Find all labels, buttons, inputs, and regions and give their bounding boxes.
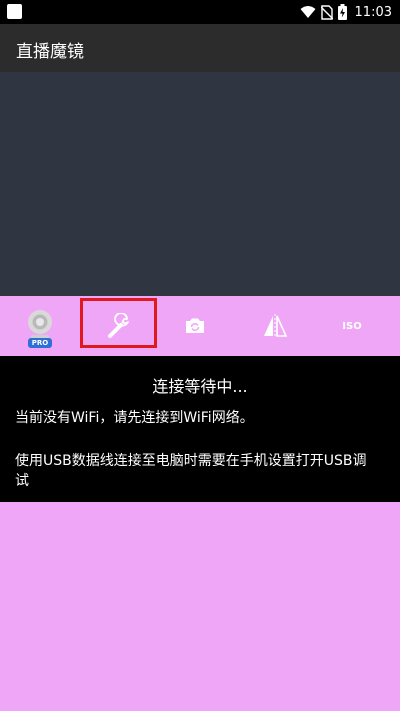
- wifi-warning-text: 当前没有WiFi，请先连接到WiFi网络。: [15, 410, 254, 426]
- toolbar: ISO: [0, 296, 400, 356]
- camera-switch-button[interactable]: [155, 296, 235, 356]
- pro-badge: PRO: [28, 338, 52, 348]
- camera-preview[interactable]: [0, 72, 400, 296]
- status-icons: 11:03: [300, 3, 392, 21]
- notification-icon: [7, 4, 22, 19]
- bottom-area: [0, 502, 400, 711]
- connection-message-panel: 连接等待中... 当前没有WiFi，请先连接到WiFi网络。 使用USB数据线连…: [0, 356, 400, 502]
- no-sim-icon: [320, 4, 333, 20]
- mirror-flip-button[interactable]: [235, 296, 315, 356]
- camera-switch-icon: [186, 318, 204, 333]
- usb-debug-instruction-text: 使用USB数据线连接至电脑时需要在手机设置打开USB调试: [15, 453, 367, 489]
- wifi-icon: [300, 6, 316, 18]
- iso-button[interactable]: ISO: [312, 296, 392, 356]
- app-bar: 直播魔镜: [0, 24, 400, 72]
- connection-status-title: 连接等待中...: [152, 377, 248, 396]
- mirror-flip-icon: [264, 314, 288, 338]
- status-time: 11:03: [354, 4, 392, 20]
- status-bar: 11:03: [0, 0, 400, 24]
- app-title: 直播魔镜: [16, 42, 84, 62]
- selection-highlight: [80, 298, 157, 348]
- iso-label: ISO: [342, 320, 362, 332]
- battery-charging-icon: [337, 4, 347, 20]
